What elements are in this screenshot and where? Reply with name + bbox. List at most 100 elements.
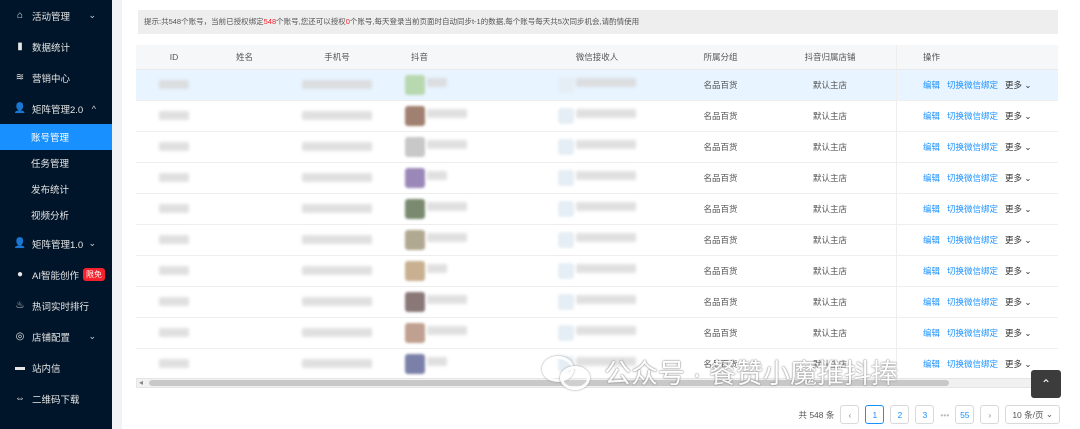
switch-wechat-link[interactable]: 切换微信绑定 — [947, 265, 998, 277]
edit-link[interactable]: 编辑 — [923, 327, 940, 339]
sidebar-item-label: 活动管理 — [32, 11, 71, 23]
avatar — [405, 199, 425, 219]
table-row: 名品百货 默认主店 编辑 切换微信绑定 更多 ⌄ — [136, 101, 1058, 132]
cell-phone — [277, 79, 397, 91]
sidebar-item-4[interactable]: 账号管理 — [0, 124, 112, 150]
sidebar-item-label: 热词实时排行 — [32, 301, 90, 313]
more-dropdown[interactable]: 更多 ⌄ — [1005, 327, 1032, 339]
home-icon: ⌂ — [16, 10, 24, 21]
more-dropdown[interactable]: 更多 ⌄ — [1005, 265, 1032, 277]
sidebar-item-6[interactable]: 发布统计 — [0, 176, 112, 202]
avatar — [405, 106, 425, 126]
prev-page-button[interactable]: ‹ — [840, 405, 860, 424]
cell-phone — [277, 172, 397, 184]
sidebar-item-9[interactable]: ● AI智能创作 限免 — [0, 259, 112, 290]
avatar — [405, 75, 425, 95]
more-dropdown[interactable]: 更多 ⌄ — [1005, 110, 1032, 122]
edit-link[interactable]: 编辑 — [923, 141, 940, 153]
edit-link[interactable]: 编辑 — [923, 296, 940, 308]
switch-wechat-link[interactable]: 切换微信绑定 — [947, 79, 998, 91]
free-badge: 限免 — [82, 268, 105, 281]
pagination: 共 548 条 ‹ 1 2 3 ••• 55 › 10 条/页 ⌄ — [798, 405, 1060, 424]
more-dropdown[interactable]: 更多 ⌄ — [1005, 79, 1032, 91]
chevron-down-icon: ⌄ — [1045, 409, 1053, 419]
sidebar-item-7[interactable]: 视频分析 — [0, 202, 112, 228]
more-dropdown[interactable]: 更多 ⌄ — [1005, 296, 1032, 308]
notice-text-3: 个账号,每天登录当前页面时自动同步t-1的数据,每个账号每天共5次同步机会,请酌… — [349, 17, 640, 26]
next-page-button[interactable]: › — [980, 405, 1000, 424]
more-dropdown[interactable]: 更多 ⌄ — [1005, 203, 1032, 215]
cell-group: 名品百货 — [703, 142, 738, 152]
cell-shop: 默认主店 — [812, 204, 847, 214]
sidebar-item-label: 营销中心 — [32, 73, 71, 85]
chevron-down-icon: ⌄ — [88, 331, 96, 341]
sidebar-item-8[interactable]: 👤 矩阵管理1.0 ⌄ — [0, 228, 112, 259]
cell-id — [136, 203, 212, 215]
switch-wechat-link[interactable]: 切换微信绑定 — [947, 234, 998, 246]
sidebar: ⌂ 活动管理 ⌄ ▮ 数据统计 ≋ 营销中心 👤 矩阵管理2.0 ^ 账号管理 任务管理 发布统计视频分… — [0, 0, 112, 429]
avatar — [557, 263, 574, 279]
pagination-ellipsis[interactable]: ••• — [940, 410, 949, 420]
page-last-button[interactable]: 55 — [955, 405, 975, 424]
edit-link[interactable]: 编辑 — [923, 79, 940, 91]
sidebar-item-11[interactable]: ◎ 店铺配置 ⌄ — [0, 321, 112, 352]
wechat-logo-icon — [542, 354, 596, 390]
header-wechat: 微信接收人 — [575, 52, 619, 62]
avatar — [557, 325, 574, 341]
sidebar-item-13[interactable]: ⇔ 二维码下载 — [0, 383, 112, 414]
cell-wechat — [517, 232, 677, 248]
sidebar-item-1[interactable]: ▮ 数据统计 — [0, 31, 112, 62]
edit-link[interactable]: 编辑 — [923, 110, 940, 122]
switch-wechat-link[interactable]: 切换微信绑定 — [947, 172, 998, 184]
switch-wechat-link[interactable]: 切换微信绑定 — [947, 296, 998, 308]
scroll-left-icon[interactable]: ◂ — [139, 378, 143, 387]
header-phone: 手机号 — [324, 52, 350, 62]
layers-icon: ≋ — [15, 72, 25, 83]
more-label: 更多 — [1005, 142, 1023, 152]
sidebar-item-label: 视频分析 — [31, 211, 70, 222]
edit-link[interactable]: 编辑 — [923, 172, 940, 184]
arrow-up-icon: ⌃ — [1040, 377, 1052, 391]
sidebar-item-0[interactable]: ⌂ 活动管理 ⌄ — [0, 0, 112, 31]
cell-id — [136, 358, 212, 370]
more-dropdown[interactable]: 更多 ⌄ — [1005, 234, 1032, 246]
edit-link[interactable]: 编辑 — [923, 203, 940, 215]
switch-wechat-link[interactable]: 切换微信绑定 — [947, 203, 998, 215]
cell-shop: 默认主店 — [812, 80, 847, 90]
cell-phone — [277, 265, 397, 277]
switch-wechat-link[interactable]: 切换微信绑定 — [947, 141, 998, 153]
back-to-top-button[interactable]: ⌃ — [1031, 370, 1061, 398]
switch-wechat-link[interactable]: 切换微信绑定 — [947, 110, 998, 122]
page-1-button[interactable]: 1 — [865, 405, 885, 424]
sidebar-item-2[interactable]: ≋ 营销中心 — [0, 62, 112, 93]
edit-link[interactable]: 编辑 — [923, 358, 940, 370]
sidebar-item-5[interactable]: 任务管理 — [0, 150, 112, 176]
page-2-button[interactable]: 2 — [890, 405, 910, 424]
page-size-select[interactable]: 10 条/页 ⌄ — [1005, 405, 1060, 424]
avatar — [405, 354, 425, 374]
cell-shop: 默认主店 — [812, 328, 847, 338]
avatar — [405, 168, 425, 188]
sidebar-item-3[interactable]: 👤 矩阵管理2.0 ^ — [0, 93, 112, 124]
chevron-down-icon: ⌄ — [1022, 173, 1032, 183]
avatar — [557, 170, 574, 186]
page-3-button[interactable]: 3 — [915, 405, 935, 424]
cell-douyin — [397, 106, 517, 126]
sidebar-item-12[interactable]: ▬ 站内信 — [0, 352, 112, 383]
cell-id — [136, 79, 212, 91]
cell-phone — [277, 234, 397, 246]
cell-ops: 编辑 切换微信绑定 更多 ⌄ — [896, 194, 1058, 224]
edit-link[interactable]: 编辑 — [923, 265, 940, 277]
switch-wechat-link[interactable]: 切换微信绑定 — [947, 358, 998, 370]
edit-link[interactable]: 编辑 — [923, 234, 940, 246]
more-dropdown[interactable]: 更多 ⌄ — [1005, 358, 1032, 370]
sidebar-item-10[interactable]: ♨ 热词实时排行 — [0, 290, 112, 321]
cell-douyin — [397, 168, 517, 188]
more-dropdown[interactable]: 更多 ⌄ — [1005, 172, 1032, 184]
switch-wechat-link[interactable]: 切换微信绑定 — [947, 327, 998, 339]
more-dropdown[interactable]: 更多 ⌄ — [1005, 141, 1032, 153]
more-label: 更多 — [1005, 266, 1023, 276]
cell-id — [136, 110, 212, 122]
pagination-total: 共 548 条 — [798, 409, 835, 420]
more-label: 更多 — [1005, 235, 1023, 245]
